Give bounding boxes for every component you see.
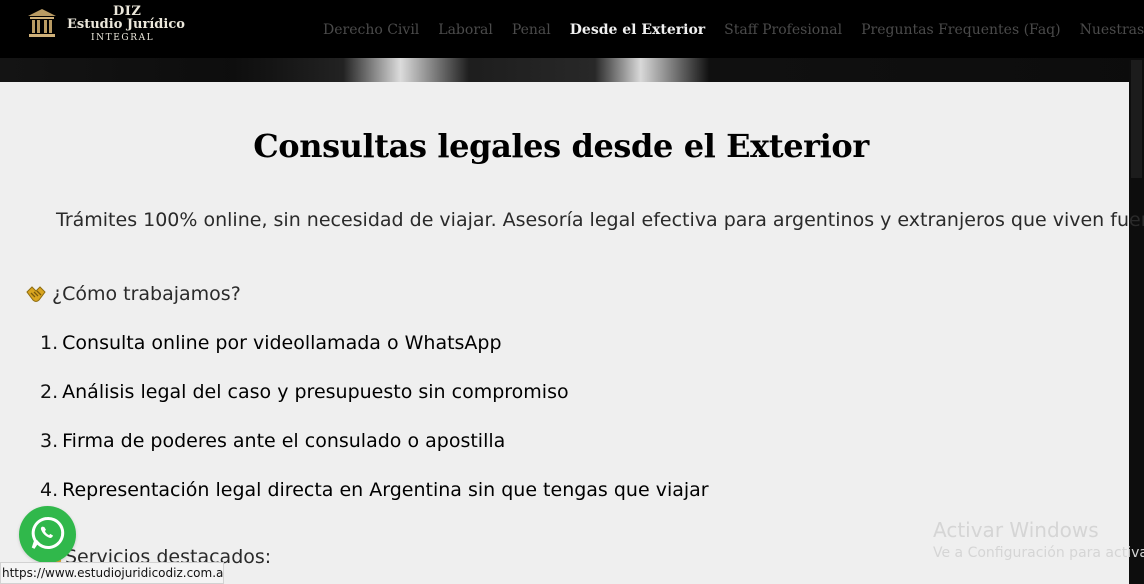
step-label: Análisis legal del caso y presupuesto si… — [62, 381, 569, 403]
process-step: 1. Consulta online por videollamada o Wha… — [40, 332, 709, 381]
nav-item-laboral[interactable]: Laboral — [438, 20, 493, 40]
nav-item-preguntas-frecuentes[interactable]: Preguntas Frequentes (Faq) — [861, 20, 1061, 40]
page-subtitle: Trámites 100% online, sin necesidad de v… — [56, 209, 1144, 231]
whatsapp-icon — [31, 516, 65, 549]
how-we-work-label: ¿Cómo trabajamos? — [52, 283, 241, 305]
process-step: 4. Representación legal directa en Argent… — [40, 479, 709, 528]
brand-tag: INTEGRAL — [91, 33, 155, 43]
nav-item-derecho-civil[interactable]: Derecho Civil — [323, 20, 419, 40]
page-scrollbar[interactable] — [1129, 60, 1144, 584]
step-number: 3. — [40, 430, 59, 452]
courthouse-icon — [28, 9, 56, 37]
main-navigation: Derecho Civil Laboral Penal Desde el Ext… — [323, 18, 1144, 42]
handshake-icon — [26, 286, 46, 302]
how-we-work-heading: ¿Cómo trabajamos? — [25, 283, 241, 305]
process-step: 3. Firma de poderes ante el consulado o a… — [40, 430, 709, 479]
scrollbar-thumb[interactable] — [1131, 60, 1142, 178]
nav-item-desde-el-exterior[interactable]: Desde el Exterior — [570, 20, 705, 40]
process-step: 2. Análisis legal del caso y presupuesto … — [40, 381, 709, 430]
process-steps-list: 1. Consulta online por videollamada o Wha… — [40, 332, 709, 528]
main-content: Consultas legales desde el Exterior Trám… — [0, 82, 1144, 584]
website-page: DIZ Estudio Jurídico INTEGRAL Derecho Ci… — [0, 0, 1144, 584]
browser-status-url: https://www.estudiojuridicodiz.com.ar — [0, 562, 224, 584]
site-logo[interactable]: DIZ Estudio Jurídico INTEGRAL — [25, 4, 185, 44]
step-label: Representación legal directa en Argentin… — [62, 479, 709, 501]
nav-item-staff-profesional[interactable]: Staff Profesional — [724, 20, 842, 40]
step-label: Firma de poderes ante el consulado o apo… — [62, 430, 506, 452]
site-header: DIZ Estudio Jurídico INTEGRAL Derecho Ci… — [0, 0, 1144, 82]
step-number: 4. — [40, 479, 59, 501]
step-label: Consulta online por videollamada o Whats… — [62, 332, 502, 354]
whatsapp-button[interactable] — [19, 506, 76, 563]
nav-item-nuestras-oficinas[interactable]: Nuestras Oficinas — [1080, 20, 1144, 40]
step-number: 1. — [40, 332, 59, 354]
page-title: Consultas legales desde el Exterior — [253, 127, 869, 166]
brand-subtitle: Estudio Jurídico — [67, 17, 185, 32]
nav-item-penal[interactable]: Penal — [512, 20, 551, 40]
step-number: 2. — [40, 381, 59, 403]
header-photo-strip — [0, 58, 1144, 82]
